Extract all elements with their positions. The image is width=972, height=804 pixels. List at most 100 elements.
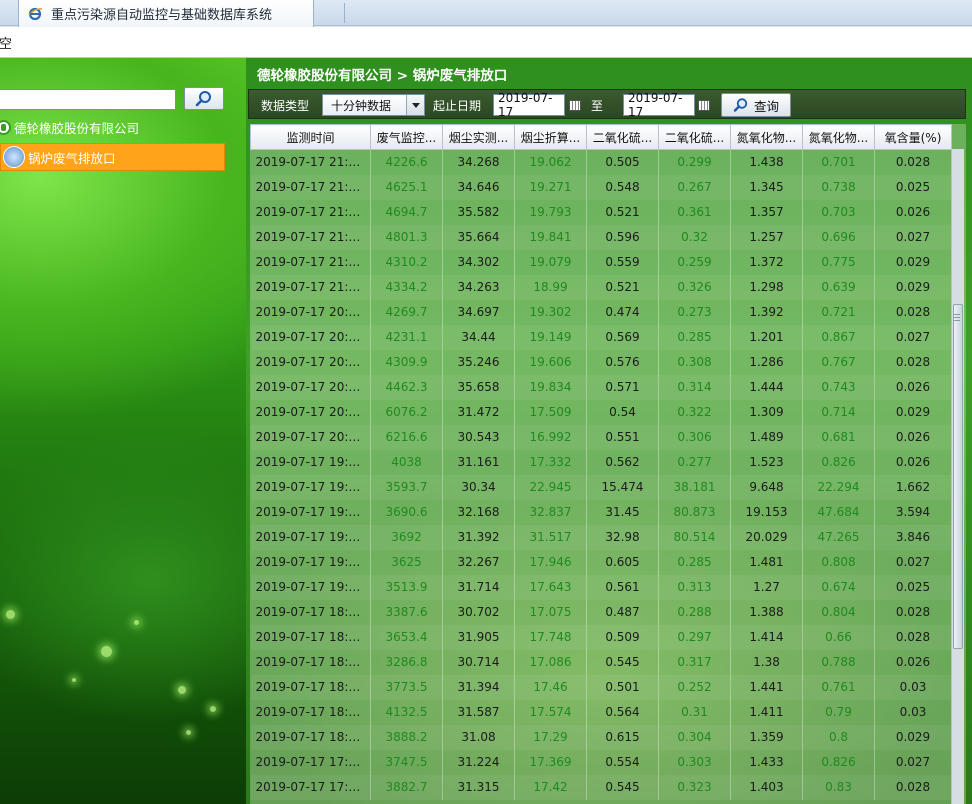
column-header[interactable]: 监测时间 xyxy=(250,124,371,150)
table-row[interactable]: 2019-07-17 21:00:... 4334.2 34.263 18.99 0.5… xyxy=(250,274,952,300)
table-row[interactable]: 2019-07-17 20:30:... 4309.9 35.246 19.606 0.… xyxy=(250,349,952,375)
table-row[interactable]: 2019-07-17 21:40:... 4625.1 34.646 19.271 0.… xyxy=(250,174,952,200)
table-cell: 0.775 xyxy=(802,249,875,275)
table-row[interactable]: 2019-07-17 19:00:... 3513.9 31.714 17.643 0.… xyxy=(250,574,952,600)
table-cell: 0.304 xyxy=(658,724,731,750)
table-cell: 22.294 xyxy=(802,474,875,500)
column-header[interactable]: 烟尘折算... xyxy=(514,124,587,150)
column-header[interactable]: 氧含量(%) xyxy=(874,124,952,150)
calendar-icon[interactable] xyxy=(569,100,581,111)
table-row[interactable]: 2019-07-17 19:10:... 3625 32.267 17.946 0.60… xyxy=(250,549,952,575)
table-cell: 30.702 xyxy=(442,599,515,625)
vertical-scrollbar[interactable] xyxy=(951,149,964,804)
table-cell: 4231.1 xyxy=(370,324,443,350)
table-cell: 31.08 xyxy=(442,724,515,750)
table-cell: 22.945 xyxy=(514,474,587,500)
table-cell: 1.257 xyxy=(730,224,803,250)
tree-node-company[interactable]: 德轮橡胶股份有限公司 xyxy=(0,115,139,139)
chevron-down-icon[interactable] xyxy=(406,95,424,115)
table-row[interactable]: 2019-07-17 19:20:... 3692 31.392 31.517 32.9… xyxy=(250,524,952,550)
table-row[interactable]: 2019-07-17 17:40:... 3882.7 31.315 17.42 0.5… xyxy=(250,774,952,800)
table-row[interactable]: 2019-07-17 21:20:... 4801.3 35.664 19.841 0.… xyxy=(250,224,952,250)
table-cell: 0.026 xyxy=(874,424,952,450)
calendar-icon[interactable] xyxy=(698,100,710,111)
table-row[interactable]: 2019-07-17 21:50:... 4226.6 34.268 19.062 0.… xyxy=(250,149,952,175)
table-cell: 3286.8 xyxy=(370,649,443,675)
table-cell: 31.587 xyxy=(442,699,515,725)
tree-search-button[interactable] xyxy=(184,87,224,110)
table-row[interactable]: 2019-07-17 21:30:... 4694.7 35.582 19.793 0.… xyxy=(250,199,952,225)
scrollbar-grip xyxy=(954,314,960,321)
table-cell: 17.29 xyxy=(514,724,587,750)
table-cell: 17.332 xyxy=(514,449,587,475)
table-cell: 31.392 xyxy=(442,524,515,550)
table-row[interactable]: 2019-07-17 21:10:... 4310.2 34.302 19.079 0.… xyxy=(250,249,952,275)
table-cell: 17.086 xyxy=(514,649,587,675)
cell-monitor-time: 2019-07-17 18:20:... xyxy=(250,674,371,700)
table-row[interactable]: 2019-07-17 18:00:... 3888.2 31.08 17.29 0.61… xyxy=(250,724,952,750)
end-date-input[interactable]: 2019-07-17 xyxy=(623,91,695,119)
table-cell: 1.433 xyxy=(730,749,803,775)
table-row[interactable]: 2019-07-17 18:50:... 3387.6 30.702 17.075 0.… xyxy=(250,599,952,625)
table-cell: 31.714 xyxy=(442,574,515,600)
table-row[interactable]: 2019-07-17 20:50:... 4269.7 34.697 19.302 0.… xyxy=(250,299,952,325)
table-row[interactable]: 2019-07-17 18:40:... 3653.4 31.905 17.748 0.… xyxy=(250,624,952,650)
column-header[interactable]: 废气监控... xyxy=(370,124,443,150)
tree-search-input[interactable] xyxy=(0,89,176,110)
date-range-label: 起止日期 xyxy=(433,99,482,113)
start-date-value: 2019-07-17 xyxy=(498,91,553,119)
table-row[interactable]: 2019-07-17 18:30:... 3286.8 30.714 17.086 0.… xyxy=(250,649,952,675)
table-row[interactable]: 2019-07-17 18:20:... 3773.5 31.394 17.46 0.5… xyxy=(250,674,952,700)
table-cell: 0.028 xyxy=(874,624,952,650)
table-row[interactable]: 2019-07-17 17:50:... 3747.5 31.224 17.369 0.… xyxy=(250,749,952,775)
query-toolbar: 数据类型 十分钟数据 起止日期 2019-07-17 至 2019-07-17 … xyxy=(248,89,966,119)
table-cell: 0.028 xyxy=(874,349,952,375)
table-cell: 0.551 xyxy=(586,424,659,450)
table-cell: 0.026 xyxy=(874,374,952,400)
table-cell: 0.314 xyxy=(658,374,731,400)
decor-glow xyxy=(72,678,76,682)
table-cell: 0.273 xyxy=(658,299,731,325)
table-cell: 0.826 xyxy=(802,749,875,775)
address-bar[interactable]: 空 xyxy=(0,27,972,58)
start-date-input[interactable]: 2019-07-17 xyxy=(493,91,565,119)
table-cell: 0.027 xyxy=(874,324,952,350)
tree-node-outlet[interactable]: 锅炉废气排放口 xyxy=(0,143,225,171)
table-cell: 0.303 xyxy=(658,749,731,775)
table-row[interactable]: 2019-07-17 19:50:... 4038 31.161 17.332 0.56… xyxy=(250,449,952,475)
browser-tab[interactable]: 重点污染源自动监控与基础数据库系统 xyxy=(18,0,314,27)
query-button-label: 查询 xyxy=(753,98,779,114)
table-row[interactable]: 2019-07-17 18:10:... 4132.5 31.587 17.574 0.… xyxy=(250,699,952,725)
decor-glow xyxy=(134,620,139,625)
table-row[interactable]: 2019-07-17 20:20:... 4462.3 35.658 19.834 0.… xyxy=(250,374,952,400)
table-row[interactable]: 2019-07-17 19:30:... 3690.6 32.168 32.837 31… xyxy=(250,499,952,525)
table-cell: 4226.6 xyxy=(370,149,443,175)
data-type-select[interactable]: 十分钟数据 xyxy=(322,94,425,116)
table-cell: 3625 xyxy=(370,549,443,575)
column-header[interactable]: 二氧化硫... xyxy=(586,124,659,150)
table-cell: 3747.5 xyxy=(370,749,443,775)
table-cell: 31.161 xyxy=(442,449,515,475)
table-cell: 1.359 xyxy=(730,724,803,750)
table-cell: 1.372 xyxy=(730,249,803,275)
table-cell: 20.029 xyxy=(730,524,803,550)
ie-logo-icon xyxy=(28,7,43,20)
table-cell: 0.596 xyxy=(586,224,659,250)
table-row[interactable]: 2019-07-17 20:10:... 6076.2 31.472 17.509 0.… xyxy=(250,399,952,425)
table-cell: 19.841 xyxy=(514,224,587,250)
scrollbar-thumb[interactable] xyxy=(953,304,963,649)
table-row[interactable]: 2019-07-17 20:40:... 4231.1 34.44 19.149 0.5… xyxy=(250,324,952,350)
column-header[interactable]: 氮氧化物... xyxy=(802,124,875,150)
cell-monitor-time: 2019-07-17 18:10:... xyxy=(250,699,371,725)
column-header[interactable]: 氮氧化物... xyxy=(730,124,803,150)
query-button[interactable]: 查询 xyxy=(721,93,791,117)
column-header[interactable]: 二氧化硫... xyxy=(658,124,731,150)
cell-monitor-time: 2019-07-17 17:40:... xyxy=(250,774,371,800)
table-row[interactable]: 2019-07-17 19:40:... 3593.7 30.34 22.945 15.… xyxy=(250,474,952,500)
table-cell: 0.867 xyxy=(802,324,875,350)
column-header[interactable]: 烟尘实测... xyxy=(442,124,515,150)
table-cell: 0.767 xyxy=(802,349,875,375)
table-cell: 0.738 xyxy=(802,174,875,200)
table-row[interactable]: 2019-07-17 20:00:... 6216.6 30.543 16.992 0.… xyxy=(250,424,952,450)
table-cell: 0.252 xyxy=(658,674,731,700)
